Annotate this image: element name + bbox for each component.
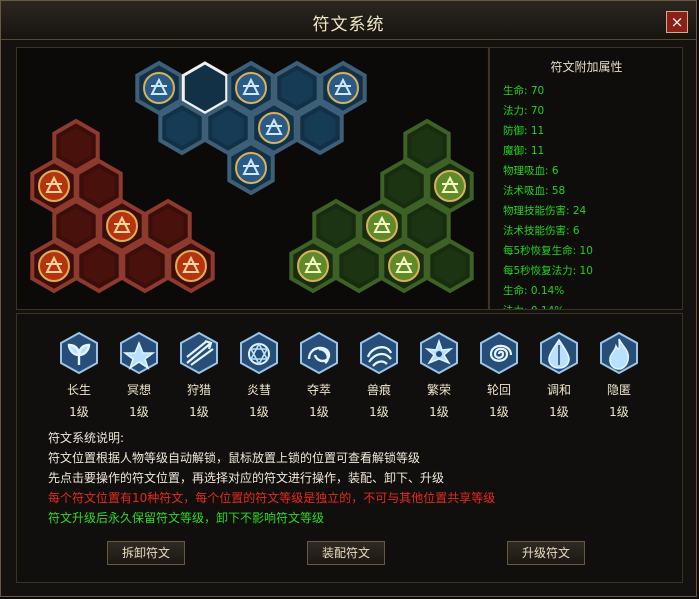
- sprout-icon: [60, 331, 98, 375]
- rune-slot-blue-8[interactable]: [296, 100, 344, 156]
- equip-rune-button[interactable]: 装配符文: [307, 541, 385, 565]
- star-icon: [240, 331, 278, 375]
- attribute-line: 法术吸血: 58: [503, 185, 566, 197]
- rune-level: 1级: [369, 405, 389, 419]
- attribute-line: 魔御: 11: [503, 145, 545, 157]
- rune-slot-green-27[interactable]: [335, 238, 383, 294]
- rune-description: 符文系统说明: 符文位置根据人物等级自动解锁，鼠标放置上锁的位置可查看解锁等级 …: [48, 428, 495, 528]
- description-tip-line: 符文升级后永久保留符文等级，卸下不影响符文等级: [48, 511, 325, 525]
- rune-name: 夺萃: [306, 383, 331, 397]
- attribute-list: 生命: 70 法力: 70 防御: 11 魔御: 11 物理吸血: 6 法术吸血…: [503, 81, 593, 309]
- title-bar: 符文系统 ×: [1, 1, 696, 40]
- flower-icon: [420, 331, 458, 375]
- rune-level: 1级: [129, 405, 149, 419]
- rune-name: 隐匿: [606, 383, 631, 397]
- attribute-line: 每5秒恢复生命: 10: [503, 245, 593, 257]
- rune-slot-grid: [30, 60, 474, 294]
- rune-level: 1级: [609, 405, 629, 419]
- rune-level: 1级: [249, 405, 269, 419]
- rune-name: 冥想: [126, 383, 151, 397]
- rune-name: 轮回: [486, 383, 511, 397]
- rune-option-tiaohe[interactable]: 调和 1级: [537, 331, 581, 420]
- panel-divider: [488, 48, 490, 309]
- description-line: 先点击要操作的符文位置，再选择对应的符文进行操作，装配、卸下、升级: [48, 471, 445, 485]
- rune-name: 长生: [66, 383, 91, 397]
- rune-option-shouhen[interactable]: 兽痕 1级: [357, 331, 401, 420]
- attribute-line: 物理吸血: 6: [503, 165, 559, 177]
- rune-level: 1级: [549, 405, 569, 419]
- lotus-icon: [120, 331, 158, 375]
- attribute-line: 物理技能伤害: 24: [503, 205, 587, 217]
- rune-option-changsheng[interactable]: 长生 1级: [57, 331, 101, 420]
- rune-level: 1级: [489, 405, 509, 419]
- rune-level: 1级: [429, 405, 449, 419]
- rune-option-yinni[interactable]: 隐匿 1级: [597, 331, 641, 420]
- rune-slot-red-17[interactable]: [75, 238, 123, 294]
- attribute-line: 生命: 0.14%: [503, 285, 565, 297]
- rune-slot-green-28[interactable]: [380, 238, 428, 294]
- rune-level: 1级: [69, 405, 89, 419]
- claw-icon: [360, 331, 398, 375]
- description-heading: 符文系统说明:: [48, 431, 125, 445]
- rune-name: 兽痕: [366, 383, 391, 397]
- drop-icon: [540, 331, 578, 375]
- rune-slot-red-16[interactable]: [30, 238, 78, 294]
- rune-level: 1级: [309, 405, 329, 419]
- rune-name: 狩猎: [186, 383, 211, 397]
- rune-slot-blue-5[interactable]: [158, 100, 206, 156]
- attribute-line: 法术技能伤害: 6: [503, 225, 580, 237]
- description-warning-line: 每个符文位置有10种符文，每个位置的符文等级是独立的，不可与其他位置共享等级: [48, 491, 496, 505]
- attribute-title: 符文附加属性: [550, 60, 623, 74]
- rune-slot-board: [17, 48, 487, 309]
- attribute-line: 每5秒恢复法力: 10: [503, 265, 593, 277]
- attribute-line: 防御: 11: [503, 125, 545, 137]
- rune-option-yanhui[interactable]: 炎彗 1级: [237, 331, 281, 420]
- attribute-line: 法力: 0.14%: [503, 301, 593, 309]
- rune-option-duocui[interactable]: 夺萃 1级: [297, 331, 341, 420]
- rune-option-shoulie[interactable]: 狩猎 1级: [177, 331, 221, 420]
- rune-slot-green-29[interactable]: [426, 238, 474, 294]
- rune-option-lunhui[interactable]: 轮回 1级: [477, 331, 521, 420]
- arrows-icon: [180, 331, 218, 375]
- rune-attribute-panel: 符文附加属性 生命: 70 法力: 70 防御: 11 魔御: 11 物理吸血:…: [491, 48, 682, 309]
- knot-icon: [300, 331, 338, 375]
- remove-rune-button[interactable]: 拆卸符文: [107, 541, 185, 565]
- rune-slot-blue-9[interactable]: [227, 140, 275, 196]
- rune-name: 调和: [546, 383, 571, 397]
- attribute-line: 生命: 70: [503, 85, 545, 97]
- rune-name: 炎彗: [246, 383, 271, 397]
- rune-option-mingxiang[interactable]: 冥想 1级: [117, 331, 161, 420]
- upgrade-rune-button[interactable]: 升级符文: [507, 541, 585, 565]
- rune-name: 繁荣: [426, 383, 451, 397]
- rune-slot-green-26[interactable]: [289, 238, 337, 294]
- rune-slot-red-18[interactable]: [121, 238, 169, 294]
- rune-level: 1级: [189, 405, 209, 419]
- description-line: 符文位置根据人物等级自动解锁，鼠标放置上锁的位置可查看解锁等级: [48, 451, 421, 465]
- attribute-line: 法力: 70: [503, 105, 545, 117]
- rune-slot-red-19[interactable]: [167, 238, 215, 294]
- window-title: 符文系统: [312, 15, 385, 35]
- rune-option-fanrong[interactable]: 繁荣 1级: [417, 331, 461, 420]
- close-button[interactable]: ×: [666, 11, 688, 33]
- flame-icon: [600, 331, 638, 375]
- spiral-icon: [480, 331, 518, 375]
